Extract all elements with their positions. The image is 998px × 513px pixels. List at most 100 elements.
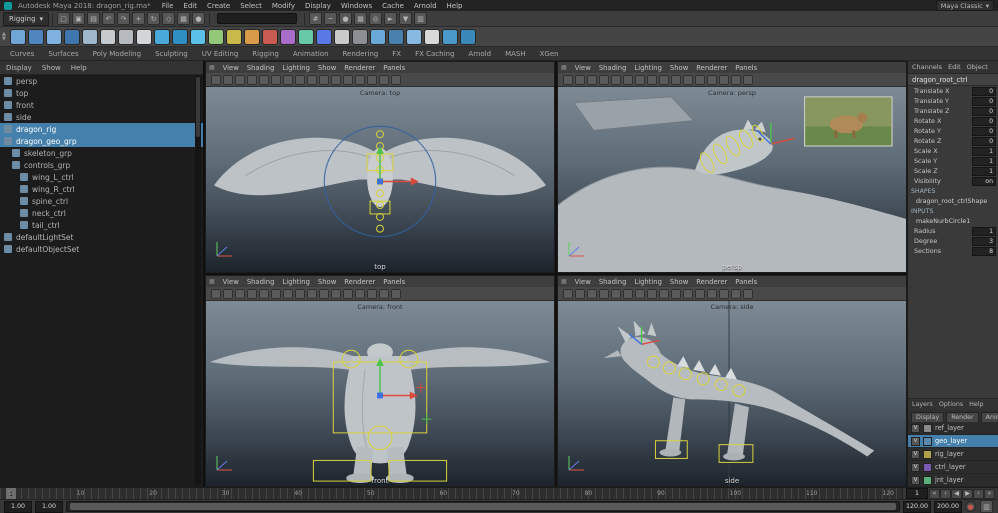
viewport-tool-icon[interactable]	[271, 289, 281, 299]
viewport-tool-icon[interactable]	[623, 289, 633, 299]
channel-box-menu-item[interactable]: Channels	[912, 63, 942, 71]
viewport-menu-item[interactable]: Lighting	[630, 278, 665, 286]
quick-selection-input[interactable]	[217, 13, 297, 24]
channel-value[interactable]: 1	[972, 227, 996, 236]
shelf-icon[interactable]	[262, 29, 278, 45]
viewport-tool-icon[interactable]	[271, 75, 281, 85]
viewport-tool-icon[interactable]	[707, 289, 717, 299]
channel-name[interactable]: Translate Y	[914, 97, 970, 105]
viewport-menu-item[interactable]: Lighting	[278, 64, 313, 72]
outliner-item[interactable]: dragon_rig	[0, 123, 203, 135]
shelf-tab[interactable]: Poly Modeling	[93, 50, 141, 58]
viewport-tool-icon[interactable]	[223, 75, 233, 85]
shelf-icon[interactable]	[370, 29, 386, 45]
shelf-tab[interactable]: MASH	[505, 50, 526, 58]
menu-item[interactable]: Help	[442, 2, 468, 10]
shelf-tab[interactable]: FX	[392, 50, 401, 58]
viewport-menu-item[interactable]: Shading	[243, 278, 279, 286]
viewport-menu-item[interactable]: View	[571, 64, 595, 72]
outliner-menu-item[interactable]: Help	[71, 64, 87, 72]
shelf-icon[interactable]	[298, 29, 314, 45]
range-slider-track[interactable]	[66, 501, 900, 512]
status-icon[interactable]: ▣	[72, 12, 85, 25]
viewport-tool-icon[interactable]	[623, 75, 633, 85]
viewport-canvas-side[interactable]: Camera: side side	[558, 301, 906, 486]
panel-grip-icon[interactable]: ▦	[209, 278, 215, 285]
viewport-tool-icon[interactable]	[331, 75, 341, 85]
viewport-menu-item[interactable]: View	[219, 64, 243, 72]
viewport-menu-item[interactable]: View	[571, 278, 595, 286]
shelf-tab[interactable]: UV Editing	[202, 50, 239, 58]
shelf-tab[interactable]: FX Caching	[415, 50, 454, 58]
viewport-menu-item[interactable]: Panels	[731, 278, 761, 286]
status-icon[interactable]: ▦	[177, 12, 190, 25]
shelf-icon[interactable]	[46, 29, 62, 45]
viewport-tool-icon[interactable]	[319, 75, 329, 85]
viewport-tool-icon[interactable]	[391, 289, 401, 299]
workspace-selector[interactable]: Maya Classic ▾	[936, 0, 994, 11]
viewport-canvas-front[interactable]: Camera: front front	[206, 301, 554, 486]
shelf-icon[interactable]	[442, 29, 458, 45]
viewport-tool-icon[interactable]	[611, 289, 621, 299]
viewport-tool-icon[interactable]	[719, 75, 729, 85]
viewport-tool-icon[interactable]	[695, 289, 705, 299]
layer-color-swatch[interactable]	[923, 424, 932, 433]
viewport-tool-icon[interactable]	[611, 75, 621, 85]
status-icon[interactable]: ▦	[354, 12, 367, 25]
menu-item[interactable]: Cache	[377, 2, 409, 10]
outliner-item[interactable]: front	[0, 99, 203, 111]
shelf-icon[interactable]	[208, 29, 224, 45]
channel-name[interactable]: Rotate Z	[914, 137, 970, 145]
animation-preferences-icon[interactable]: ▥	[980, 500, 993, 513]
viewport-tool-icon[interactable]	[671, 75, 681, 85]
layer-color-swatch[interactable]	[923, 463, 932, 472]
shelf-icon[interactable]	[100, 29, 116, 45]
status-icon[interactable]: ●	[339, 12, 352, 25]
viewport-tool-icon[interactable]	[659, 289, 669, 299]
playback-start-field[interactable]: 1.00	[35, 501, 63, 513]
outliner-item[interactable]: neck_ctrl	[0, 207, 203, 219]
channel-box-menu-item[interactable]: Object	[967, 63, 988, 71]
outliner-item[interactable]: defaultLightSet	[0, 231, 203, 243]
viewport-menu-item[interactable]: Panels	[379, 278, 409, 286]
viewport-menu-item[interactable]: Show	[314, 64, 340, 72]
outliner-scrollbar[interactable]	[195, 75, 201, 485]
playback-button[interactable]: ◀	[951, 489, 962, 499]
shelf-icon[interactable]	[82, 29, 98, 45]
menu-set-selector[interactable]: Rigging ▾	[3, 12, 49, 26]
viewport-menu-item[interactable]: Panels	[379, 64, 409, 72]
shelf-icon[interactable]	[64, 29, 80, 45]
animation-start-field[interactable]: 1.00	[4, 501, 32, 513]
playback-button[interactable]: »	[984, 489, 995, 499]
viewport-tool-icon[interactable]	[283, 289, 293, 299]
menu-item[interactable]: Display	[300, 2, 336, 10]
viewport-menu-item[interactable]: Renderer	[340, 64, 379, 72]
channel-name[interactable]: Translate X	[914, 87, 970, 95]
outliner-item[interactable]: spine_ctrl	[0, 195, 203, 207]
playback-end-field[interactable]: 120.00	[903, 501, 931, 513]
playback-button[interactable]: «	[929, 489, 940, 499]
layer-tab[interactable]: Display	[911, 412, 944, 422]
shelf-icon[interactable]	[406, 29, 422, 45]
layer-color-swatch[interactable]	[923, 437, 932, 446]
status-icon[interactable]: ◎	[369, 12, 382, 25]
timeline-track[interactable]: 1 1102030405060708090100110120	[0, 488, 902, 499]
viewport-tool-icon[interactable]	[247, 289, 257, 299]
viewport-tool-icon[interactable]	[695, 75, 705, 85]
channel-name[interactable]: Rotate Y	[914, 127, 970, 135]
outliner-item[interactable]: wing_L_ctrl	[0, 171, 203, 183]
viewport-tool-icon[interactable]	[367, 289, 377, 299]
shelf-tab[interactable]: Surfaces	[48, 50, 78, 58]
status-icon[interactable]: +	[132, 12, 145, 25]
shelf-icon[interactable]	[172, 29, 188, 45]
layer-tab[interactable]: Anim	[981, 412, 998, 422]
viewport-tool-icon[interactable]	[707, 75, 717, 85]
outliner-item[interactable]: skeleton_grp	[0, 147, 203, 159]
channel-value[interactable]: 0	[972, 97, 996, 106]
layer-row[interactable]: V ctrl_layer	[908, 461, 998, 474]
viewport-tool-icon[interactable]	[331, 289, 341, 299]
channel-name[interactable]: Rotate X	[914, 117, 970, 125]
shelf-icon[interactable]	[118, 29, 134, 45]
viewport-tool-icon[interactable]	[683, 75, 693, 85]
viewport-tool-icon[interactable]	[563, 75, 573, 85]
